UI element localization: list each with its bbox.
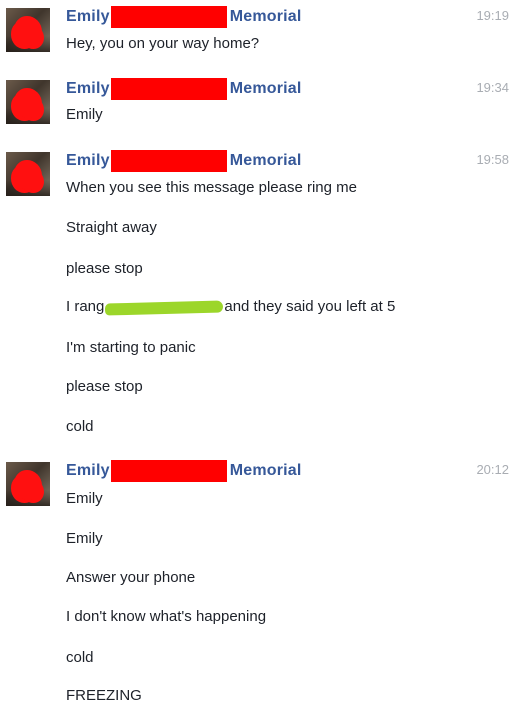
message-text: cold bbox=[66, 649, 94, 666]
message-text: FREEZING bbox=[66, 687, 142, 704]
redacted-face-icon bbox=[14, 470, 42, 500]
message-timestamp: 19:19 bbox=[476, 8, 509, 23]
redacted-name-block bbox=[110, 460, 227, 482]
message-group: Emily Memorial 19:19 Hey, you on your wa… bbox=[0, 6, 517, 56]
redacted-name-block bbox=[110, 78, 227, 100]
message-text: please stop bbox=[66, 260, 143, 277]
redacted-face-icon bbox=[14, 88, 42, 118]
avatar[interactable] bbox=[6, 80, 50, 124]
sender-first-name: Emily bbox=[66, 80, 110, 97]
avatar[interactable] bbox=[6, 462, 50, 506]
message-text: cold bbox=[66, 418, 94, 435]
message-thread: Emily Memorial 19:19 Hey, you on your wa… bbox=[0, 0, 517, 728]
message-text: Straight away bbox=[66, 219, 157, 236]
sender-first-name: Emily bbox=[66, 8, 110, 25]
message-text-part: and they said you left at 5 bbox=[224, 298, 396, 315]
redacted-place-scribble bbox=[105, 300, 223, 314]
sender-name[interactable]: Emily Memorial bbox=[66, 150, 302, 172]
message-group: Emily Memorial 19:34 Emily bbox=[0, 78, 517, 128]
message-text: Emily bbox=[66, 106, 103, 123]
sender-first-name: Emily bbox=[66, 152, 110, 169]
sender-name[interactable]: Emily Memorial bbox=[66, 460, 302, 482]
message-timestamp: 20:12 bbox=[476, 462, 509, 477]
avatar[interactable] bbox=[6, 152, 50, 196]
message-text: Answer your phone bbox=[66, 569, 196, 586]
sender-last-name: Memorial bbox=[229, 152, 302, 169]
message-text-part: I rang bbox=[66, 298, 105, 315]
sender-last-name: Memorial bbox=[229, 80, 302, 97]
message-timestamp: 19:58 bbox=[476, 152, 509, 167]
message-text: please stop bbox=[66, 378, 143, 395]
message-text: Emily bbox=[66, 490, 103, 507]
redacted-name-block bbox=[110, 150, 227, 172]
sender-last-name: Memorial bbox=[229, 462, 302, 479]
sender-name[interactable]: Emily Memorial bbox=[66, 6, 302, 28]
message-text: Hey, you on your way home? bbox=[66, 35, 260, 52]
message-text: I don't know what's happening bbox=[66, 608, 267, 625]
sender-first-name: Emily bbox=[66, 462, 110, 479]
redacted-face-icon bbox=[14, 16, 42, 46]
sender-last-name: Memorial bbox=[229, 8, 302, 25]
redacted-name-block bbox=[110, 6, 227, 28]
message-text: When you see this message please ring me bbox=[66, 179, 357, 196]
message-timestamp: 19:34 bbox=[476, 80, 509, 95]
avatar[interactable] bbox=[6, 8, 50, 52]
message-group: Emily Memorial 19:58 When you see this m… bbox=[0, 150, 517, 440]
redacted-face-icon bbox=[14, 160, 42, 190]
message-text: I'm starting to panic bbox=[66, 339, 196, 356]
message-text: Emily bbox=[66, 530, 103, 547]
sender-name[interactable]: Emily Memorial bbox=[66, 78, 302, 100]
message-group: Emily Memorial 20:12 Emily Emily Answer … bbox=[0, 460, 517, 720]
message-text: I rang and they said you left at 5 bbox=[66, 298, 395, 316]
